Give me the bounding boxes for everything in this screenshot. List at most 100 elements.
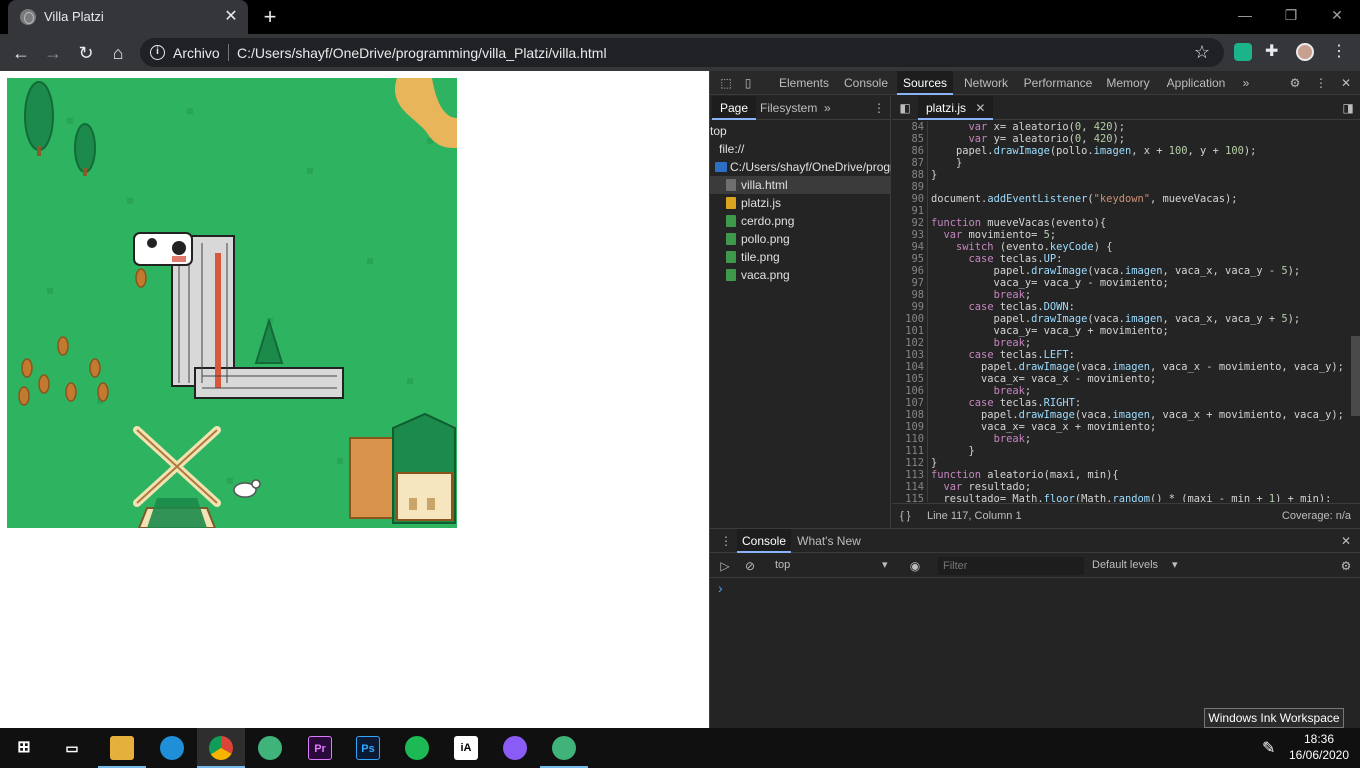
line-number[interactable]: 110 (892, 433, 924, 445)
tree-item-vaca-png[interactable]: vaca.png (710, 266, 891, 284)
code-line[interactable]: 85 var y= aleatorio(0, 420); (892, 133, 1360, 145)
pen-icon[interactable]: ✎ (1262, 738, 1275, 758)
browser-tab[interactable]: Villa Platzi ✕ (8, 0, 248, 34)
line-number[interactable]: 113 (892, 469, 924, 481)
code-line[interactable]: 90 document.addEventListener("keydown", m… (892, 193, 1360, 205)
line-number[interactable]: 106 (892, 385, 924, 397)
toggle-navigator-icon[interactable]: ◧ (898, 101, 912, 115)
tree-item-tile-png[interactable]: tile.png (710, 248, 891, 266)
code-line[interactable]: 104 papel.drawImage(vaca.imagen, vaca_x … (892, 361, 1360, 373)
tab-page[interactable]: Page (712, 96, 757, 120)
code-line[interactable]: 99 case teclas.DOWN: (892, 301, 1360, 313)
line-number[interactable]: 93 (892, 229, 924, 241)
code-line[interactable]: 87 } (892, 157, 1360, 169)
line-number[interactable]: 100 (892, 313, 924, 325)
task-view-button[interactable]: ▭ (48, 728, 96, 768)
code-line[interactable]: 113 function aleatorio(maxi, min){ (892, 469, 1360, 481)
line-number[interactable]: 98 (892, 289, 924, 301)
window-close-icon[interactable]: ✕ (1314, 0, 1360, 30)
code-line[interactable]: 97 vaca_y= vaca_y - movimiento; (892, 277, 1360, 289)
more-navigator-icon[interactable]: » (824, 96, 831, 120)
line-number[interactable]: 102 (892, 337, 924, 349)
tree-item-cerdo-png[interactable]: cerdo.png (710, 212, 891, 230)
tab-performance[interactable]: Performance (1019, 71, 1097, 95)
line-number[interactable]: 88 (892, 169, 924, 181)
code-line[interactable]: 112} (892, 457, 1360, 469)
more-tabs-icon[interactable]: » (1239, 76, 1253, 90)
taskbar-edge[interactable] (148, 728, 196, 768)
extension-icon[interactable] (1234, 43, 1252, 61)
drawer-menu-icon[interactable]: ⋮ (719, 534, 733, 548)
code-line[interactable]: 93 var movimiento= 5; (892, 229, 1360, 241)
line-number[interactable]: 97 (892, 277, 924, 289)
eye-icon[interactable]: ◉ (908, 559, 922, 573)
line-number[interactable]: 99 (892, 301, 924, 313)
clear-console-icon[interactable]: ⊘ (743, 559, 757, 573)
tree-item-platzi-js[interactable]: platzi.js (710, 194, 891, 212)
context-selector[interactable]: top (775, 559, 790, 571)
taskbar-file-explorer[interactable] (98, 728, 146, 768)
line-number[interactable]: 112 (892, 457, 924, 469)
back-icon[interactable]: ← (8, 40, 34, 66)
levels-chevron-icon[interactable]: ▾ (1172, 558, 1178, 571)
console-prompt[interactable]: › (718, 580, 723, 596)
line-number[interactable]: 107 (892, 397, 924, 409)
menu-kebab-icon[interactable]: ⋮ (1330, 43, 1348, 61)
taskbar-atom-2[interactable] (540, 728, 588, 768)
line-number[interactable]: 114 (892, 481, 924, 493)
code-line[interactable]: 86 papel.drawImage(pollo.imagen, x + 100… (892, 145, 1360, 157)
line-number[interactable]: 101 (892, 325, 924, 337)
line-number[interactable]: 96 (892, 265, 924, 277)
tree-item-pollo-png[interactable]: pollo.png (710, 230, 891, 248)
code-line[interactable]: 100 papel.drawImage(vaca.imagen, vaca_x,… (892, 313, 1360, 325)
address-bar[interactable]: i Archivo C:/Users/shayf/OneDrive/progra… (140, 38, 1224, 67)
line-number[interactable]: 108 (892, 409, 924, 421)
line-number[interactable]: 94 (892, 241, 924, 253)
tab-elements[interactable]: Elements (773, 71, 835, 95)
tree-item-file-origin[interactable]: file:// (710, 140, 891, 158)
puzzle-icon[interactable]: ✚ (1265, 43, 1283, 61)
code-line[interactable]: 94 switch (evento.keyCode) { (892, 241, 1360, 253)
line-number[interactable]: 89 (892, 181, 924, 193)
pretty-print-icon[interactable]: { } (900, 504, 910, 528)
url-text[interactable]: C:/Users/shayf/OneDrive/programming/vill… (237, 45, 607, 61)
system-clock[interactable]: 18:36 16/06/2020 (1284, 731, 1354, 763)
line-number[interactable]: 92 (892, 217, 924, 229)
tree-item-folder[interactable]: C:/Users/shayf/OneDrive/program (710, 158, 891, 176)
line-number[interactable]: 115 (892, 493, 924, 502)
line-number[interactable]: 103 (892, 349, 924, 361)
new-tab-button[interactable]: + (258, 5, 282, 29)
code-line[interactable]: 88} (892, 169, 1360, 181)
reload-icon[interactable]: ↻ (73, 40, 99, 66)
code-line[interactable]: 102 break; (892, 337, 1360, 349)
line-number[interactable]: 95 (892, 253, 924, 265)
avatar[interactable] (1296, 43, 1314, 61)
code-line[interactable]: 111 } (892, 445, 1360, 457)
close-devtools-icon[interactable]: ✕ (1339, 76, 1353, 90)
code-line[interactable]: 103 case teclas.LEFT: (892, 349, 1360, 361)
settings-gear-icon[interactable]: ⚙ (1288, 76, 1302, 90)
code-line[interactable]: 115 resultado= Math.floor(Math.random() … (892, 493, 1360, 502)
customize-menu-icon[interactable]: ⋮ (1314, 76, 1328, 90)
restore-icon[interactable]: ❐ (1268, 0, 1314, 30)
taskbar-circle-app[interactable] (491, 728, 539, 768)
taskbar-atom[interactable] (246, 728, 294, 768)
toggle-debugger-icon[interactable]: ◨ (1341, 101, 1355, 115)
close-tab-icon[interactable]: ✕ (222, 8, 240, 26)
info-icon[interactable]: i (150, 45, 165, 60)
line-number[interactable]: 87 (892, 157, 924, 169)
line-number[interactable]: 109 (892, 421, 924, 433)
close-file-icon[interactable]: ✕ (975, 101, 985, 115)
tree-item-villa-html[interactable]: villa.html (710, 176, 891, 194)
home-icon[interactable]: ⌂ (105, 40, 131, 66)
line-number[interactable]: 86 (892, 145, 924, 157)
code-line[interactable]: 105 vaca_x= vaca_x - movimiento; (892, 373, 1360, 385)
tab-filesystem[interactable]: Filesystem (760, 96, 817, 120)
code-line[interactable]: 95 case teclas.UP: (892, 253, 1360, 265)
code-line[interactable]: 101 vaca_y= vaca_y + movimiento; (892, 325, 1360, 337)
line-number[interactable]: 91 (892, 205, 924, 217)
tree-item-top[interactable]: top (710, 122, 891, 140)
line-number[interactable]: 84 (892, 121, 924, 133)
line-number[interactable]: 85 (892, 133, 924, 145)
taskbar-ia-writer[interactable]: iA (442, 728, 490, 768)
